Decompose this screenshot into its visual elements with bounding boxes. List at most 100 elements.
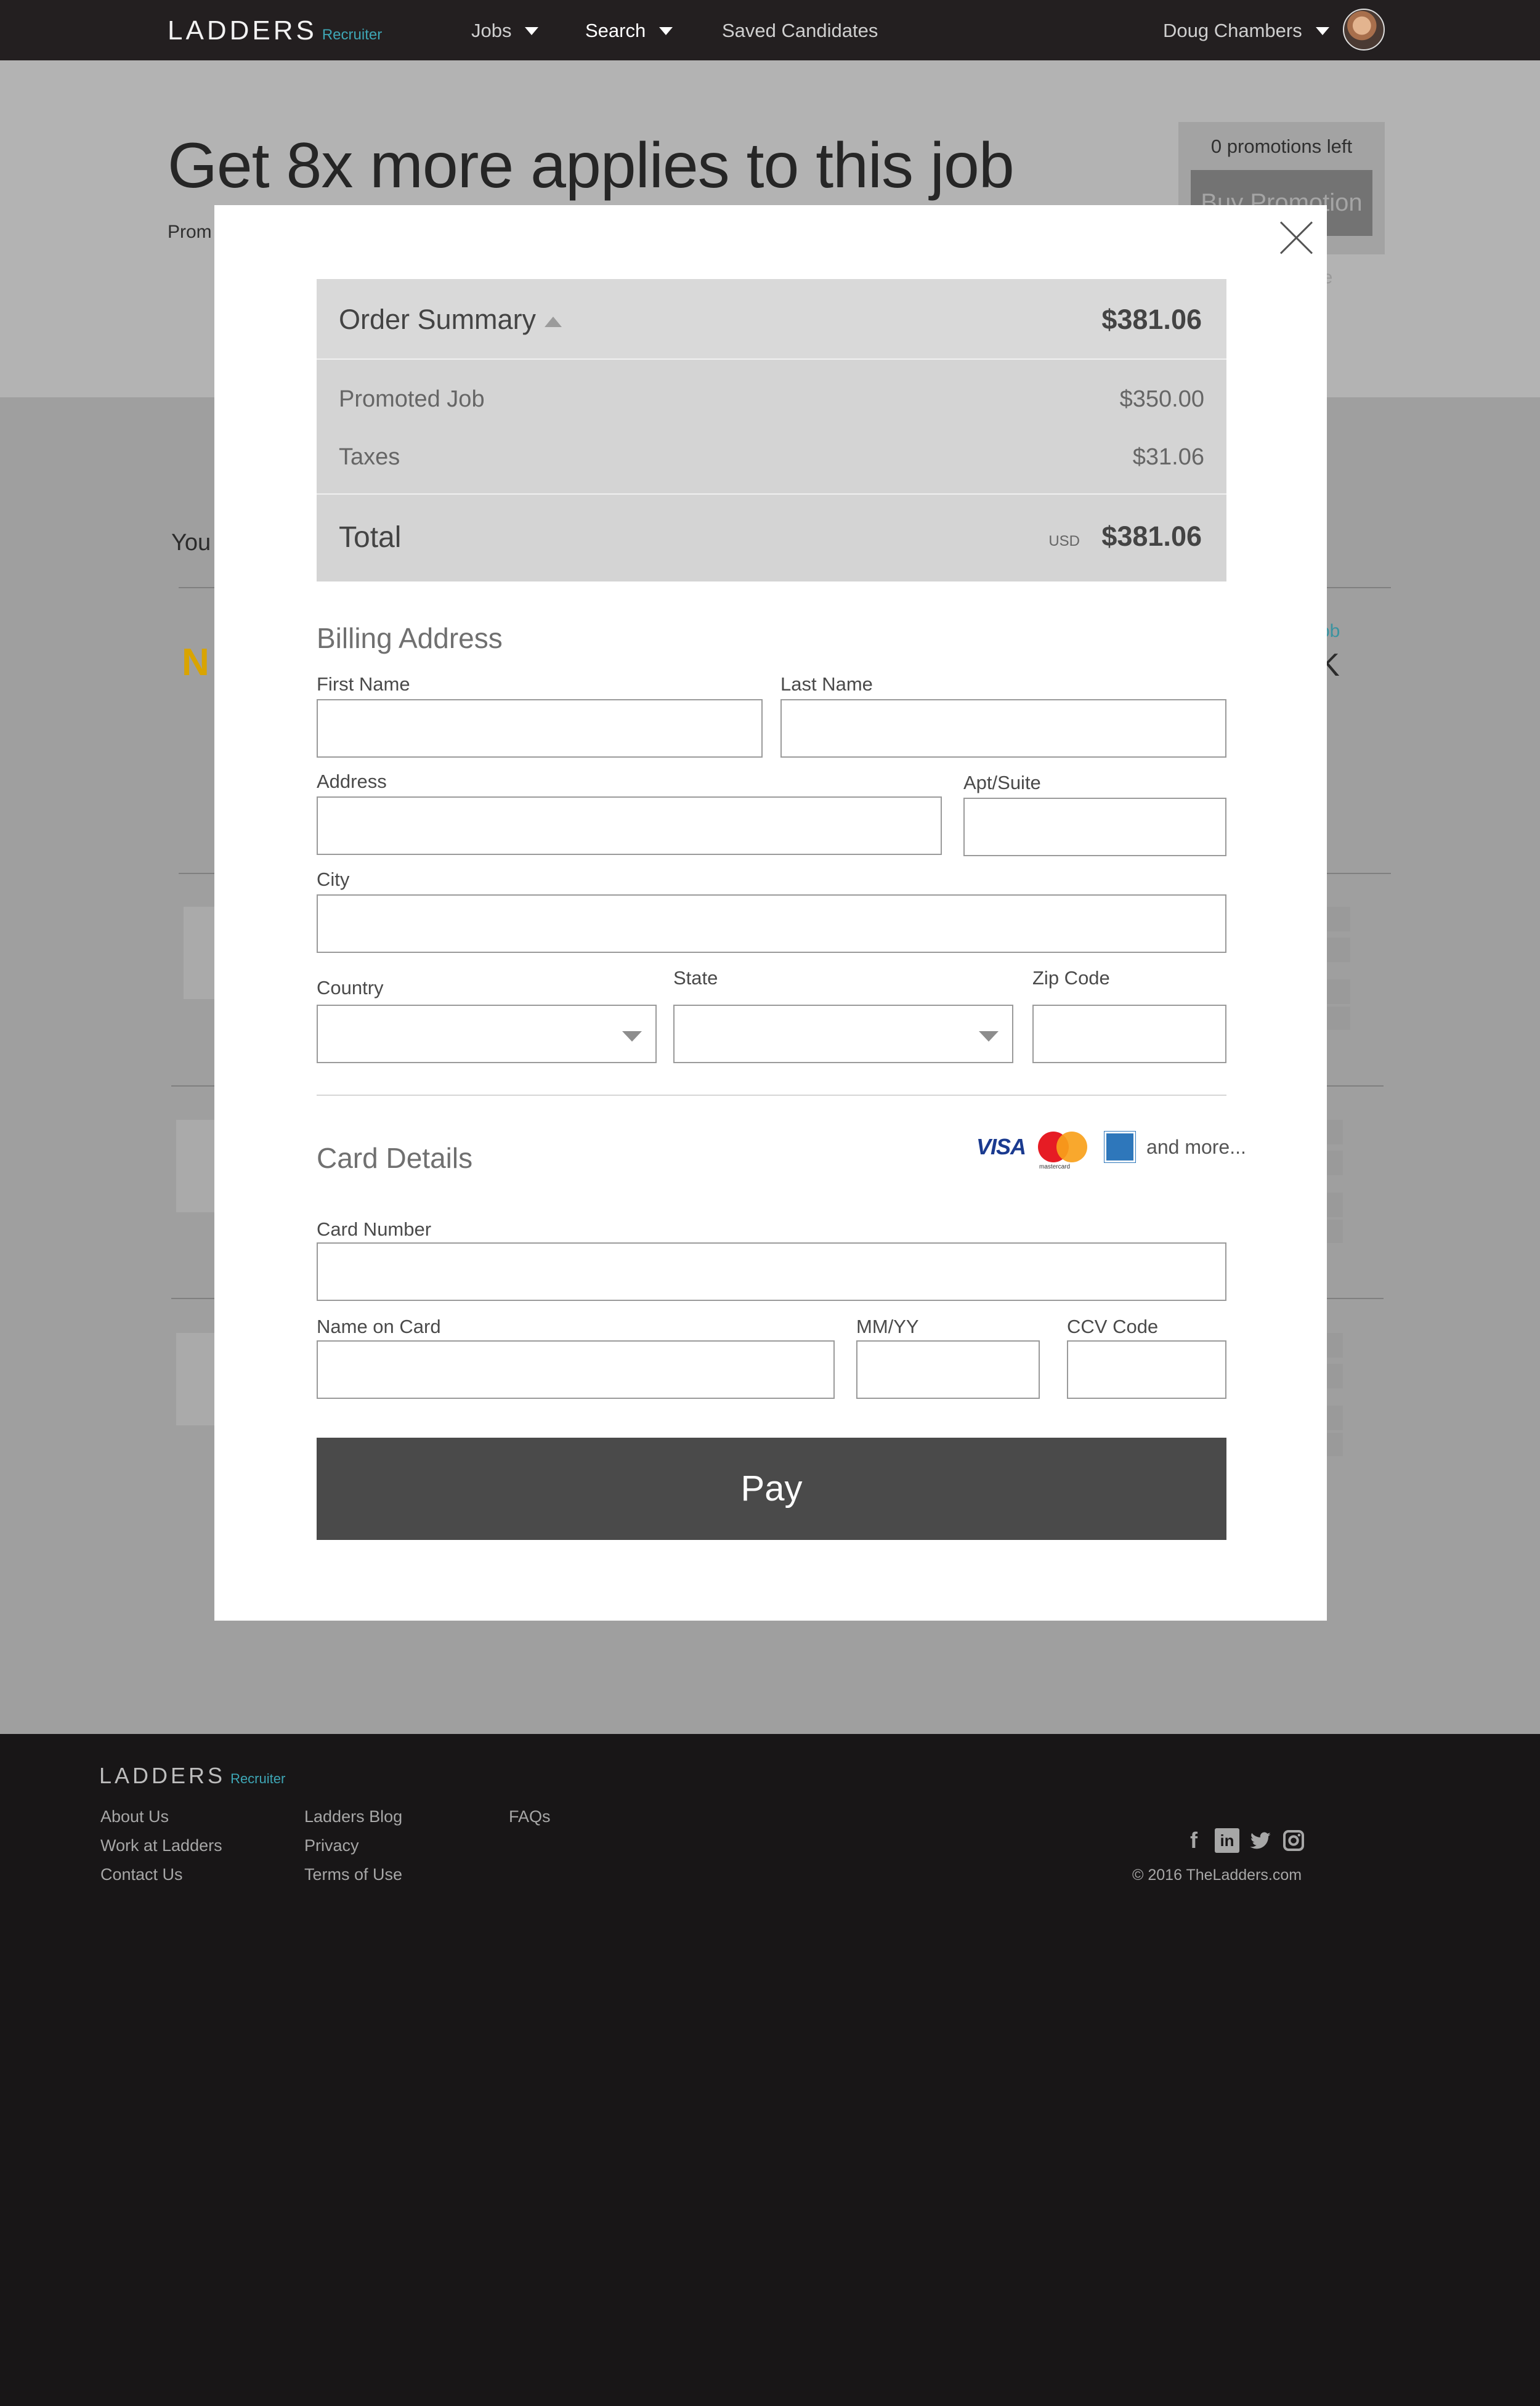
last-name-label: Last Name bbox=[780, 673, 873, 695]
placeholder-bar bbox=[1327, 1120, 1343, 1144]
chevron-down-icon bbox=[979, 1031, 999, 1042]
linkedin-icon[interactable]: in bbox=[1215, 1828, 1239, 1853]
first-name-field[interactable] bbox=[317, 699, 763, 758]
card-number-label: Card Number bbox=[317, 1218, 432, 1240]
currency-label: USD bbox=[1048, 533, 1080, 549]
line-item-label: Taxes bbox=[339, 444, 400, 470]
nav-saved-candidates-label: Saved Candidates bbox=[722, 20, 878, 41]
payment-modal: Order Summary $381.06 Promoted Job $350.… bbox=[214, 205, 1327, 1621]
placeholder-bar bbox=[1327, 1220, 1343, 1243]
order-summary-title-text: Order Summary bbox=[339, 304, 537, 335]
nav-search-label: Search bbox=[585, 20, 646, 41]
nav-jobs[interactable]: Jobs bbox=[471, 20, 539, 42]
placeholder-bar bbox=[1327, 938, 1350, 962]
first-name-label: First Name bbox=[317, 673, 410, 695]
billing-address-title: Billing Address bbox=[317, 622, 503, 654]
and-more-text: and more... bbox=[1146, 1135, 1246, 1158]
placeholder-bar bbox=[1327, 907, 1350, 931]
user-menu[interactable]: Doug Chambers bbox=[1163, 20, 1329, 42]
total-label: Total bbox=[339, 521, 402, 554]
address-field[interactable] bbox=[317, 796, 942, 855]
logo-word: LADDERS bbox=[168, 15, 317, 46]
apt-suite-field[interactable] bbox=[963, 798, 1226, 856]
chevron-down-icon bbox=[1315, 26, 1329, 35]
card-number-field[interactable] bbox=[317, 1242, 1226, 1301]
apt-suite-label: Apt/Suite bbox=[963, 772, 1041, 793]
placeholder-bar bbox=[1327, 979, 1350, 1004]
placeholder-bar bbox=[1327, 1151, 1343, 1175]
chevron-down-icon bbox=[525, 26, 539, 35]
line-item: Promoted Job $350.00 bbox=[339, 386, 1204, 413]
top-nav: LADDERS Recruiter Jobs Search Saved Cand… bbox=[0, 0, 1540, 60]
placeholder-card bbox=[176, 1120, 214, 1212]
user-name: Doug Chambers bbox=[1163, 20, 1302, 41]
twitter-icon[interactable] bbox=[1248, 1828, 1273, 1853]
nav-saved-candidates[interactable]: Saved Candidates bbox=[722, 20, 878, 42]
line-item-label: Promoted Job bbox=[339, 386, 485, 412]
footer-link-ladders-blog[interactable]: Ladders Blog bbox=[304, 1807, 402, 1826]
state-select[interactable] bbox=[673, 1005, 1013, 1063]
placeholder-bar bbox=[1327, 1333, 1343, 1358]
footer-link-terms-of-use[interactable]: Terms of Use bbox=[304, 1865, 402, 1884]
footer-logo[interactable]: LADDERS Recruiter bbox=[99, 1763, 285, 1789]
footer-logo-sub: Recruiter bbox=[230, 1771, 286, 1786]
section-label: You bbox=[171, 530, 211, 556]
footer-link-privacy[interactable]: Privacy bbox=[304, 1836, 359, 1855]
zip-code-label: Zip Code bbox=[1032, 967, 1110, 989]
mastercard-text: mastercard bbox=[1039, 1164, 1071, 1170]
order-total: Total USD $381.06 bbox=[317, 493, 1226, 581]
last-name-field[interactable] bbox=[780, 699, 1226, 758]
card-details-title: Card Details bbox=[317, 1142, 473, 1174]
nav-jobs-label: Jobs bbox=[471, 20, 512, 41]
name-on-card-field[interactable] bbox=[317, 1340, 835, 1399]
city-label: City bbox=[317, 869, 350, 890]
order-summary: Order Summary $381.06 Promoted Job $350.… bbox=[317, 279, 1226, 581]
order-summary-header[interactable]: Order Summary $381.06 bbox=[317, 279, 1226, 360]
hero-subtitle: Prom bbox=[168, 222, 212, 242]
order-summary-amount: $381.06 bbox=[1101, 304, 1202, 335]
country-label: Country bbox=[317, 977, 384, 998]
instagram-icon[interactable] bbox=[1281, 1828, 1306, 1853]
placeholder-bar bbox=[1327, 1364, 1343, 1388]
footer-logo-word: LADDERS bbox=[99, 1763, 226, 1788]
zip-code-field[interactable] bbox=[1032, 1005, 1226, 1063]
address-label: Address bbox=[317, 771, 387, 792]
footer-link-about-us[interactable]: About Us bbox=[100, 1807, 169, 1826]
footer-link-faqs[interactable]: FAQs bbox=[509, 1807, 551, 1826]
close-icon[interactable] bbox=[1278, 219, 1315, 256]
company-logo: N bbox=[182, 641, 209, 684]
state-label: State bbox=[673, 967, 718, 989]
country-select[interactable] bbox=[317, 1005, 657, 1063]
ccv-code-field[interactable] bbox=[1067, 1340, 1226, 1399]
divider bbox=[317, 1095, 1226, 1096]
footer-link-work-at-ladders[interactable]: Work at Ladders bbox=[100, 1836, 222, 1855]
chevron-up-icon[interactable] bbox=[545, 316, 562, 327]
line-item-value: $350.00 bbox=[1119, 386, 1204, 412]
placeholder-bar bbox=[1327, 1433, 1343, 1456]
city-field[interactable] bbox=[317, 894, 1226, 953]
company-logo-text: N bbox=[182, 641, 209, 684]
expiry-field[interactable] bbox=[856, 1340, 1040, 1399]
facebook-icon[interactable]: f bbox=[1181, 1828, 1206, 1853]
visa-icon: VISA bbox=[976, 1134, 1026, 1159]
placeholder-bar bbox=[1327, 1007, 1350, 1030]
ccv-code-label: CCV Code bbox=[1067, 1316, 1159, 1337]
line-item: Taxes $31.06 bbox=[339, 444, 1204, 471]
placeholder-bar bbox=[1327, 1193, 1343, 1217]
nav-search[interactable]: Search bbox=[585, 20, 673, 42]
placeholder-card bbox=[176, 1333, 214, 1425]
page-title: Get 8x more applies to this job bbox=[168, 130, 1015, 201]
avatar[interactable] bbox=[1343, 9, 1385, 51]
total-amount: $381.06 bbox=[1101, 520, 1202, 552]
promotions-left: 0 promotions left bbox=[1210, 136, 1353, 157]
copyright: © 2016 TheLadders.com bbox=[1132, 1866, 1302, 1884]
name-on-card-label: Name on Card bbox=[317, 1316, 441, 1337]
mastercard-icon: mastercard bbox=[1038, 1132, 1088, 1170]
footer-link-contact-us[interactable]: Contact Us bbox=[100, 1865, 183, 1884]
social-links: f in bbox=[1181, 1828, 1315, 1853]
ladders-logo[interactable]: LADDERS Recruiter bbox=[168, 15, 382, 46]
card-brands: VISA mastercard and more... bbox=[976, 1131, 1246, 1170]
chevron-down-icon bbox=[659, 26, 673, 35]
logo-sub: Recruiter bbox=[322, 26, 383, 43]
pay-button[interactable]: Pay bbox=[317, 1438, 1226, 1540]
